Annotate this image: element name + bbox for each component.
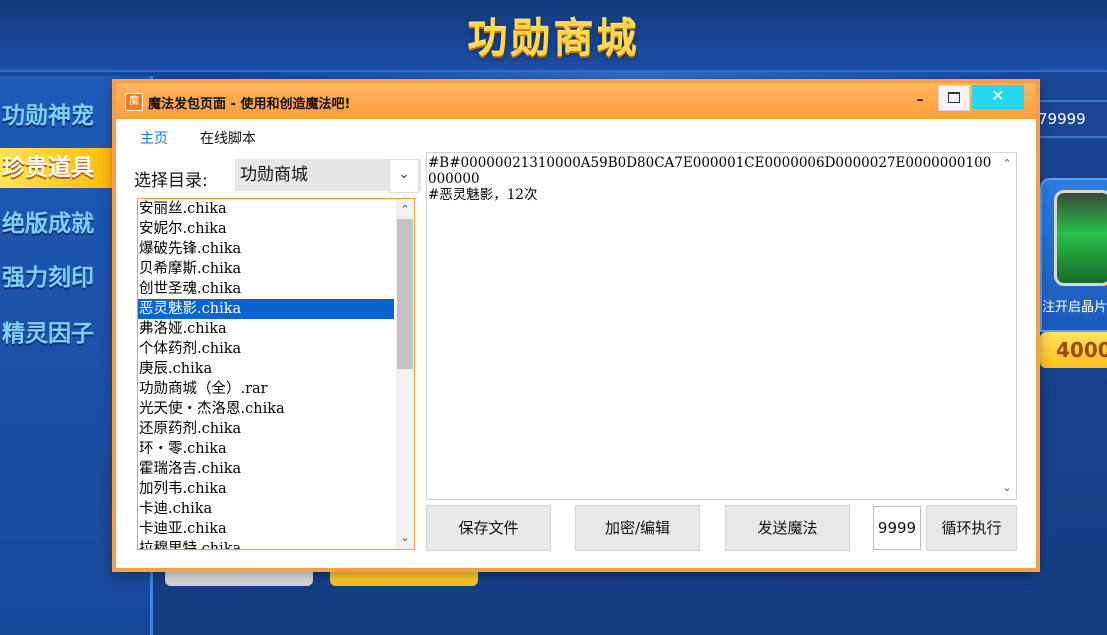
shop-item-label: 注开启晶片 [1042,300,1107,315]
chip-icon [1054,190,1107,286]
file-list-item[interactable]: 庚辰.chika [138,359,394,379]
shop-item-price[interactable]: 4000 [1040,332,1107,368]
file-list-item[interactable]: 功勋商城（全）.rar [138,379,394,399]
maximize-icon [948,92,960,103]
file-list-item[interactable]: 个体药剂.chika [138,339,394,359]
encrypt-edit-button[interactable]: 加密/编辑 [575,505,700,551]
file-list-item[interactable]: 还原药剂.chika [138,419,394,439]
menu-bar: 主页 在线脚本 [116,119,1036,149]
side-nav-item-achievements[interactable]: 绝版成就 [0,204,120,244]
file-list-item[interactable]: 拉穆里特.chika [138,539,394,549]
tab-home[interactable]: 主页 [140,128,168,148]
window-titlebar[interactable]: 魔 魔法发包页面 - 使用和创造魔法吧! – ✕ [116,83,1036,119]
close-icon: ✕ [991,86,1005,105]
editor-scrollbar[interactable]: ⌃ ⌄ [998,153,1016,499]
directory-label: 选择目录: [134,171,208,191]
side-nav-item-marks[interactable]: 强力刻印 [0,258,120,298]
file-list-item[interactable]: 安妮尔.chika [138,219,394,239]
send-magic-button[interactable]: 发送魔法 [725,505,850,551]
tab-online-script[interactable]: 在线脚本 [200,128,256,148]
scroll-up-icon[interactable]: ⌃ [396,201,414,219]
script-text[interactable]: #B#00000021310000A59B0D80CA7E000001CE000… [428,155,996,203]
file-list-item[interactable]: 加列韦.chika [138,479,394,499]
window-title: 魔法发包页面 - 使用和创造魔法吧! [148,97,351,112]
file-list-item[interactable]: 卡迪亚.chika [138,519,394,539]
file-list-scrollbar[interactable]: ⌃ ⌄ [396,199,414,549]
shop-item-card[interactable]: 注开启晶片 [1040,178,1107,332]
game-title: 功勋商城 [467,16,640,62]
side-nav-item-pets[interactable]: 功勋神宠 [0,96,120,136]
file-list-item[interactable]: 光天使・杰洛恩.chika [138,399,394,419]
file-list-item[interactable]: 弗洛娅.chika [138,319,394,339]
file-list-item[interactable]: 恶灵魅影.chika [138,299,394,319]
file-list[interactable]: 安丽丝.chika 安妮尔.chika 爆破先锋.chika 贝希摩斯.chika 创世… [137,198,415,550]
file-list-item[interactable]: 爆破先锋.chika [138,239,394,259]
loop-count-input[interactable]: 9999 [873,506,921,550]
currency-count: 79999 [1030,100,1107,138]
file-list-item[interactable]: 创世圣魂.chika [138,279,394,299]
file-list-item[interactable]: 安丽丝.chika [138,199,394,219]
maximize-button[interactable] [938,85,970,111]
save-file-button[interactable]: 保存文件 [426,505,551,551]
file-list-item[interactable]: 霍瑞洛吉.chika [138,459,394,479]
script-editor[interactable]: #B#00000021310000A59B0D80CA7E000001CE000… [426,152,1017,500]
scroll-down-icon[interactable]: ⌄ [998,479,1016,497]
app-icon: 魔 [125,93,143,111]
scroll-up-icon[interactable]: ⌃ [998,155,1016,173]
file-list-item[interactable]: 贝希摩斯.chika [138,259,394,279]
file-list-item[interactable]: 卡迪.chika [138,499,394,519]
magic-packet-window: 魔 魔法发包页面 - 使用和创造魔法吧! – ✕ 主页 在线脚本 选择目录: 功… [115,82,1037,569]
game-header-bar: 功勋商城 [0,0,1107,72]
file-list-item[interactable]: 环・零.chika [138,439,394,459]
loop-execute-button[interactable]: 循环执行 [926,505,1017,551]
chevron-down-icon[interactable]: ⌄ [389,159,419,193]
side-nav-item-factors[interactable]: 精灵因子 [0,314,120,354]
scrollbar-thumb[interactable] [397,219,413,369]
side-nav-item-items[interactable]: 珍贵道具 [0,148,120,188]
close-button[interactable]: ✕ [972,85,1024,109]
scroll-down-icon[interactable]: ⌄ [396,529,414,547]
minimize-button[interactable]: – [907,89,933,113]
